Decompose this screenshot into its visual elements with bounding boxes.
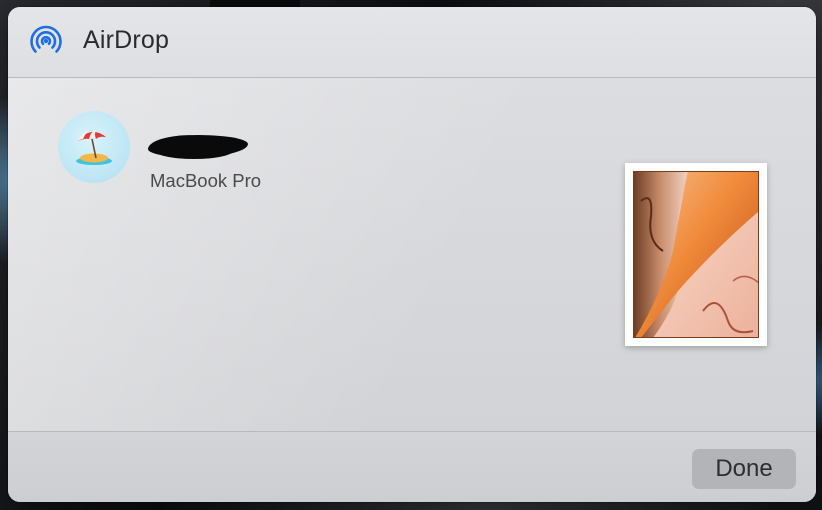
attachment-thumbnail	[625, 163, 767, 346]
done-button[interactable]: Done	[692, 449, 796, 489]
sheet-header: AirDrop	[8, 7, 816, 78]
beach-umbrella-island-icon	[76, 130, 112, 165]
device-avatar	[58, 111, 130, 183]
device-name-redacted	[147, 131, 249, 161]
airdrop-sheet: AirDrop MacBook Pro Done	[8, 7, 816, 502]
airdrop-icon	[28, 24, 64, 60]
sheet-footer: Done	[8, 431, 816, 502]
device-type-label: MacBook Pro	[150, 170, 262, 191]
redaction-scribble	[154, 141, 234, 159]
airdrop-device[interactable]: MacBook Pro	[58, 111, 328, 191]
wallpaper-image-icon	[633, 171, 759, 338]
sheet-title: AirDrop	[83, 26, 170, 54]
sheet-body: MacBook Pro	[8, 78, 816, 431]
